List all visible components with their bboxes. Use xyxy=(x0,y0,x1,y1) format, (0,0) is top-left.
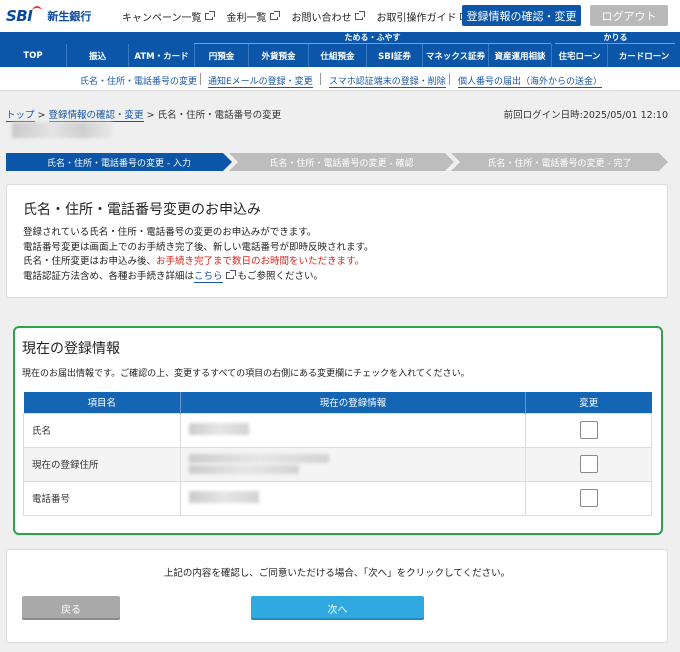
table-row: 氏名 xyxy=(23,412,652,448)
registration-info-button[interactable]: 登録情報の確認・変更 xyxy=(462,5,581,26)
intro-panel: 氏名・住所・電話番号変更のお申込み 登録されている氏名・住所・電話番号の変更のお… xyxy=(6,184,668,298)
nav-yen-deposit[interactable]: 円預金 xyxy=(194,44,248,67)
nav-sbi-securities[interactable]: SBI証券 xyxy=(366,44,422,67)
breadcrumb-top[interactable]: トップ xyxy=(6,110,35,122)
redacted-value xyxy=(189,454,329,463)
nav-card-loan[interactable]: カードローン xyxy=(607,44,680,67)
next-button[interactable]: 次へ xyxy=(251,596,424,620)
sub-nav: 氏名・住所・電話番号の変更 通知Eメールの登録・変更 スマホ認証端末の登録・削除… xyxy=(0,67,680,91)
bank-logo[interactable]: SBI 新生銀行 xyxy=(6,6,92,25)
intro-text: 登録されている氏名・住所・電話番号の変更のお申込みができます。 電話番号変更は画… xyxy=(23,227,374,283)
subnav-email[interactable]: 通知Eメールの登録・変更 xyxy=(208,74,313,88)
change-address-checkbox[interactable] xyxy=(579,455,598,473)
redacted-value xyxy=(189,422,249,435)
redacted-value xyxy=(189,490,259,503)
nav-group-save: ためる・ふやす xyxy=(344,33,401,42)
step-indicator: 氏名・住所・電話番号の変更 - 入力 氏名・住所・電話番号の変更 - 確認 氏名… xyxy=(6,153,668,171)
nav-housing-loan[interactable]: 住宅ローン xyxy=(551,44,607,67)
row-label-name: 氏名 xyxy=(23,412,181,448)
nav-atm-card[interactable]: ATM・カード xyxy=(128,44,194,67)
customer-name-redacted xyxy=(12,122,112,138)
col-current: 現在の登録情報 xyxy=(180,392,526,413)
logout-button[interactable]: ログアウト xyxy=(590,5,668,26)
step-input: 氏名・住所・電話番号の変更 - 入力 xyxy=(6,153,232,171)
current-info-desc: 現在のお届出情報です。ご確認の上、変更するすべての項目の右側にある変更欄にチェッ… xyxy=(22,369,470,379)
row-value-address xyxy=(180,446,526,482)
external-link-icon xyxy=(204,11,215,20)
step-confirm: 氏名・住所・電話番号の変更 - 確認 xyxy=(229,153,454,171)
nav-structured-deposit[interactable]: 仕組預金 xyxy=(308,44,366,67)
subnav-name-address-phone[interactable]: 氏名・住所・電話番号の変更 xyxy=(80,74,197,87)
back-button[interactable]: 戻る xyxy=(22,596,120,620)
col-item: 項目名 xyxy=(23,392,181,413)
row-value-phone xyxy=(180,480,526,516)
row-label-address: 現在の登録住所 xyxy=(23,446,181,482)
change-name-checkbox[interactable] xyxy=(579,421,598,439)
subnav-smartphone-auth[interactable]: スマホ認証端末の登録・削除 xyxy=(329,74,446,88)
nav-top[interactable]: TOP xyxy=(0,44,66,67)
top-header: SBI 新生銀行 キャンペーン一覧 金利一覧 お問い合わせ お取引操作ガイド 登… xyxy=(0,0,680,32)
nav-monex-securities[interactable]: マネックス証券 xyxy=(422,44,488,67)
nav-group-borrow: かりる xyxy=(603,33,628,42)
table-row: 現在の登録住所 xyxy=(23,446,652,482)
link-guide[interactable]: お取引操作ガイド xyxy=(377,9,470,24)
intro-title: 氏名・住所・電話番号変更のお申込み xyxy=(23,202,261,218)
logo-sbi: SBI xyxy=(6,7,33,25)
external-link-icon xyxy=(269,11,280,20)
details-link[interactable]: こちら xyxy=(194,270,223,283)
link-campaigns[interactable]: キャンペーン一覧 xyxy=(122,9,215,24)
main-nav: ためる・ふやす かりる TOP 振込 ATM・カード 円預金 外貨預金 仕組預金… xyxy=(0,32,680,67)
col-change: 変更 xyxy=(525,392,652,413)
header-links: キャンペーン一覧 金利一覧 お問い合わせ お取引操作ガイド xyxy=(122,9,482,24)
external-link-icon xyxy=(225,269,236,279)
breadcrumb-current: 氏名・住所・電話番号の変更 xyxy=(157,110,282,121)
row-value-name xyxy=(180,412,526,448)
current-info-title: 現在の登録情報 xyxy=(22,341,120,357)
nav-asset-consult[interactable]: 資産運用相談 xyxy=(488,44,551,67)
redacted-value xyxy=(189,465,299,474)
change-phone-checkbox[interactable] xyxy=(579,489,598,507)
last-login: 前回ログイン日時:2025/05/01 12:10 xyxy=(503,110,668,121)
breadcrumb: トップ > 登録情報の確認・変更 > 氏名・住所・電話番号の変更 xyxy=(6,110,282,122)
registration-table: 項目名 現在の登録情報 変更 氏名 現在の登録住所 電話番号 xyxy=(23,392,652,516)
notice-red: お手続き完了まで数日のお時間をいただきます。 xyxy=(156,256,365,267)
link-rates[interactable]: 金利一覧 xyxy=(227,9,280,24)
row-label-phone: 電話番号 xyxy=(23,480,181,516)
step-complete: 氏名・住所・電話番号の変更 - 完了 xyxy=(451,153,668,171)
consent-note: 上記の内容を確認し、ご同意いただける場合、「次へ」をクリックしてください。 xyxy=(163,568,511,579)
link-contact[interactable]: お問い合わせ xyxy=(292,9,365,24)
logo-swoosh-icon xyxy=(32,6,43,16)
breadcrumb-registration[interactable]: 登録情報の確認・変更 xyxy=(48,110,144,122)
nav-transfer[interactable]: 振込 xyxy=(66,44,128,67)
subnav-my-number[interactable]: 個人番号の届出（海外からの送金） xyxy=(458,74,603,88)
action-panel: 上記の内容を確認し、ご同意いただける場合、「次へ」をクリックしてください。 戻る… xyxy=(6,549,668,643)
nav-foreign-deposit[interactable]: 外貨預金 xyxy=(248,44,308,67)
current-info-panel: 現在の登録情報 現在のお届出情報です。ご確認の上、変更するすべての項目の右側にあ… xyxy=(13,326,663,535)
logo-bank-name: 新生銀行 xyxy=(47,10,92,23)
table-row: 電話番号 xyxy=(23,480,652,516)
external-link-icon xyxy=(354,11,365,20)
